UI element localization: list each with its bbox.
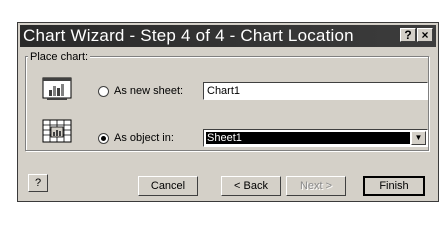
back-button[interactable]: < Back (221, 176, 281, 196)
embedded-chart-icon (42, 119, 72, 143)
close-icon[interactable]: × (417, 28, 433, 42)
dropdown-arrow-icon[interactable]: ▼ (411, 131, 426, 145)
object-in-sheet-select[interactable]: Sheet1 ▼ (203, 129, 428, 147)
help-icon[interactable]: ? (28, 174, 48, 192)
as-new-sheet-label: As new sheet: (114, 85, 184, 97)
as-new-sheet-radio[interactable] (98, 86, 109, 97)
screenshot-frame: Chart Wizard - Step 4 of 4 - Chart Locat… (0, 0, 442, 241)
new-sheet-chart-icon (42, 77, 72, 100)
object-in-sheet-value: Sheet1 (206, 132, 410, 144)
title-bar: Chart Wizard - Step 4 of 4 - Chart Locat… (20, 25, 436, 47)
dialog-title: Chart Wizard - Step 4 of 4 - Chart Locat… (23, 26, 354, 45)
place-chart-label: Place chart: (28, 51, 91, 63)
next-button[interactable]: Next > (286, 176, 346, 196)
as-object-in-radio[interactable] (98, 133, 109, 144)
title-help-icon[interactable]: ? (400, 28, 416, 42)
new-sheet-name-input[interactable]: Chart1 (203, 82, 428, 100)
as-object-in-label: As object in: (114, 132, 174, 144)
chart-wizard-dialog: Chart Wizard - Step 4 of 4 - Chart Locat… (17, 22, 439, 202)
cancel-button[interactable]: Cancel (138, 176, 198, 196)
finish-button[interactable]: Finish (363, 176, 425, 196)
